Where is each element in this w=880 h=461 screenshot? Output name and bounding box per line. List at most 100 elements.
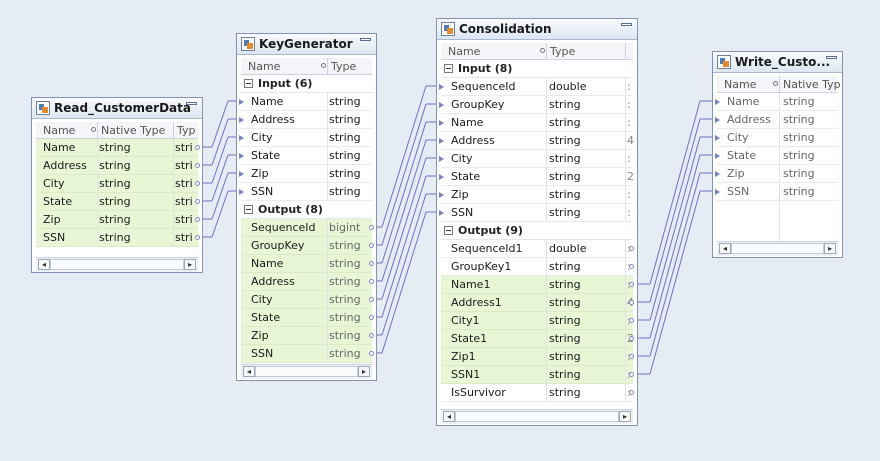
output-port-icon[interactable] [629,354,634,359]
port-row[interactable]: SSN string: [439,204,633,222]
transform-read-customer-data[interactable]: Read_CustomerData Name Native Type Typ N… [31,97,203,273]
collapse-icon[interactable] [244,205,253,214]
scroll-left-icon[interactable]: ◂ [719,243,731,254]
collapse-icon[interactable] [444,226,453,235]
horizontal-scrollbar[interactable]: ◂ ▸ [36,257,198,272]
collapse-icon[interactable] [244,79,253,88]
port-row[interactable]: Address string [241,273,374,291]
input-port-icon[interactable] [239,153,244,159]
minimize-icon[interactable] [186,102,197,105]
port-row[interactable]: State string [715,147,838,165]
port-row[interactable]: Name string [241,255,374,273]
port-row[interactable]: Name string [239,93,372,111]
scroll-right-icon[interactable]: ▸ [619,411,631,422]
output-port-icon[interactable] [629,246,634,251]
input-port-icon[interactable] [239,117,244,123]
port-row[interactable]: Zip string [241,327,374,345]
output-port-icon[interactable] [369,297,374,302]
port-row[interactable]: GroupKey string [241,237,374,255]
port-row[interactable]: State string stri [36,193,200,211]
group-output[interactable]: Output (8) [241,201,372,219]
output-port-icon[interactable] [195,181,200,186]
group-output[interactable]: Output (9) [441,222,633,240]
port-row[interactable]: SSN1string: [441,366,634,384]
port-row[interactable]: City string stri [36,175,200,193]
transform-consolidation[interactable]: Consolidation Name Type Input (8) Sequen… [436,18,638,426]
scroll-right-icon[interactable]: ▸ [358,366,370,377]
horizontal-scrollbar[interactable]: ◂ ▸ [717,241,838,256]
output-port-icon[interactable] [195,145,200,150]
port-row[interactable]: City string [239,129,372,147]
scroll-track[interactable] [455,411,619,422]
port-row[interactable]: Address string [239,111,372,129]
input-port-icon[interactable] [439,84,444,90]
input-port-icon[interactable] [239,135,244,141]
group-input[interactable]: Input (8) [441,60,633,78]
input-port-icon[interactable] [715,171,720,177]
scroll-left-icon[interactable]: ◂ [243,366,255,377]
output-port-icon[interactable] [369,351,374,356]
port-row[interactable]: SequenceId bigint [241,219,374,237]
input-port-icon[interactable] [239,171,244,177]
port-row[interactable]: State1string2 [441,330,634,348]
port-row[interactable]: Name1string: [441,276,634,294]
port-row[interactable]: SSN string [239,183,372,201]
output-port-icon[interactable] [629,318,634,323]
scroll-track[interactable] [50,259,184,270]
port-row[interactable]: Address string [715,111,838,129]
scroll-track[interactable] [255,366,358,377]
minimize-icon[interactable] [621,23,632,26]
input-port-icon[interactable] [715,153,720,159]
minimize-icon[interactable] [360,38,371,41]
output-port-icon[interactable] [195,199,200,204]
horizontal-scrollbar[interactable]: ◂ ▸ [441,409,633,424]
scroll-right-icon[interactable]: ▸ [824,243,836,254]
output-port-icon[interactable] [369,261,374,266]
port-row[interactable]: Name string stri [36,139,200,157]
port-row[interactable]: Zip string [715,165,838,183]
sort-icon[interactable] [773,81,778,86]
input-port-icon[interactable] [439,174,444,180]
output-port-icon[interactable] [369,243,374,248]
input-port-icon[interactable] [239,99,244,105]
scroll-right-icon[interactable]: ▸ [184,259,196,270]
output-port-icon[interactable] [629,372,634,377]
input-port-icon[interactable] [439,120,444,126]
input-port-icon[interactable] [715,135,720,141]
output-port-icon[interactable] [369,279,374,284]
port-row[interactable]: SSN string [715,183,838,201]
output-port-icon[interactable] [195,217,200,222]
input-port-icon[interactable] [715,117,720,123]
port-row[interactable]: Zip string: [439,186,633,204]
port-row[interactable]: City string: [439,150,633,168]
output-port-icon[interactable] [369,225,374,230]
sort-icon[interactable] [540,48,545,53]
port-row[interactable]: State string [239,147,372,165]
input-port-icon[interactable] [439,192,444,198]
port-row[interactable]: State string 2 [439,168,634,186]
input-port-icon[interactable] [439,210,444,216]
output-port-icon[interactable] [195,163,200,168]
port-row[interactable]: Name string [715,93,838,111]
port-row[interactable]: City string [715,129,838,147]
port-row[interactable]: Zip string stri [36,211,200,229]
port-row[interactable]: Zip1string: [441,348,634,366]
port-row[interactable]: SequenceId1double: [441,240,634,258]
port-row[interactable]: Zip string [239,165,372,183]
port-row[interactable]: Name string: [439,114,633,132]
scroll-left-icon[interactable]: ◂ [38,259,50,270]
input-port-icon[interactable] [715,189,720,195]
output-port-icon[interactable] [629,336,634,341]
sort-icon[interactable] [91,127,96,132]
output-port-icon[interactable] [369,315,374,320]
port-row[interactable]: Address string stri [36,157,200,175]
transform-title-bar[interactable]: Write_Custo... [713,52,842,73]
port-row[interactable]: Address1string4 [441,294,634,312]
scroll-track[interactable] [731,243,824,254]
output-port-icon[interactable] [629,264,634,269]
port-row[interactable]: City1string: [441,312,634,330]
output-port-icon[interactable] [629,390,634,395]
input-port-icon[interactable] [439,102,444,108]
port-row[interactable]: GroupKey1string: [441,258,634,276]
input-port-icon[interactable] [239,189,244,195]
